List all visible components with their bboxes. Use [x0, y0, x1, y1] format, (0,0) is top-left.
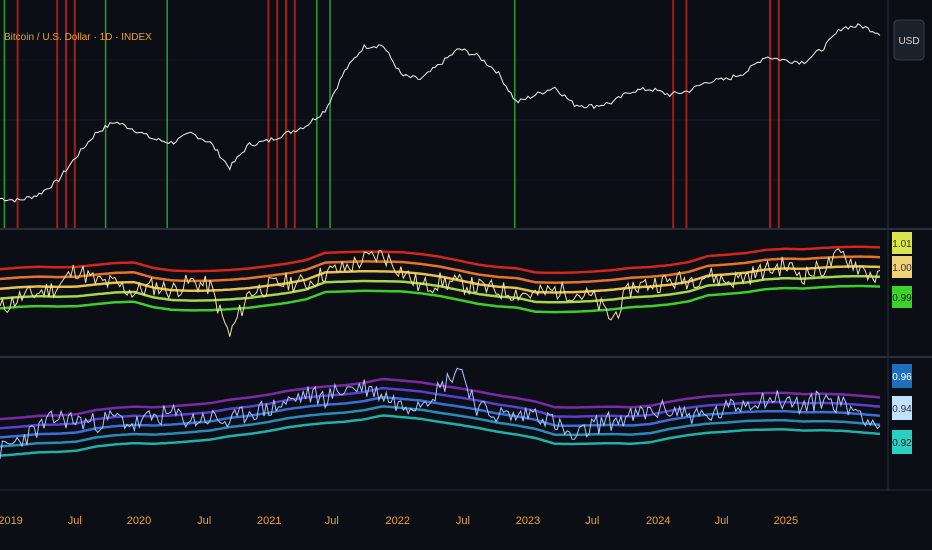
oscillator-1-tick-label: 0.99	[892, 293, 912, 304]
x-tick-label: 2021	[257, 515, 281, 527]
x-tick-label: 2024	[646, 515, 670, 527]
oscillator-1-tick-label: 1.01	[892, 239, 912, 250]
x-tick-label: 2022	[386, 515, 410, 527]
chart-canvas: 1.01 1.00 0.99 0.96 0.94 0.92 USD Bitcoin / U.S…	[0, 0, 932, 550]
oscillator-2-tick-label: 0.92	[892, 438, 912, 449]
oscillator-1-tick-label: 1.00	[892, 263, 912, 274]
x-tick-label: Jul	[197, 515, 211, 527]
chart-title: Bitcoin / U.S. Dollar · 1D · INDEX	[4, 32, 152, 43]
x-tick-label: Jul	[715, 515, 729, 527]
x-tick-label: Jul	[325, 515, 339, 527]
currency-button-label[interactable]: USD	[898, 36, 919, 47]
x-tick-label: 2023	[516, 515, 540, 527]
x-tick-label: 2025	[774, 515, 798, 527]
oscillator-2-tick-label: 0.94	[892, 404, 912, 415]
x-tick-label: Jul	[456, 515, 470, 527]
x-tick-label: Jul	[68, 515, 82, 527]
x-tick-label: 2019	[0, 515, 23, 527]
x-tick-label: 2020	[127, 515, 151, 527]
oscillator-2-tick-label: 0.96	[892, 372, 912, 383]
x-tick-label: Jul	[585, 515, 599, 527]
